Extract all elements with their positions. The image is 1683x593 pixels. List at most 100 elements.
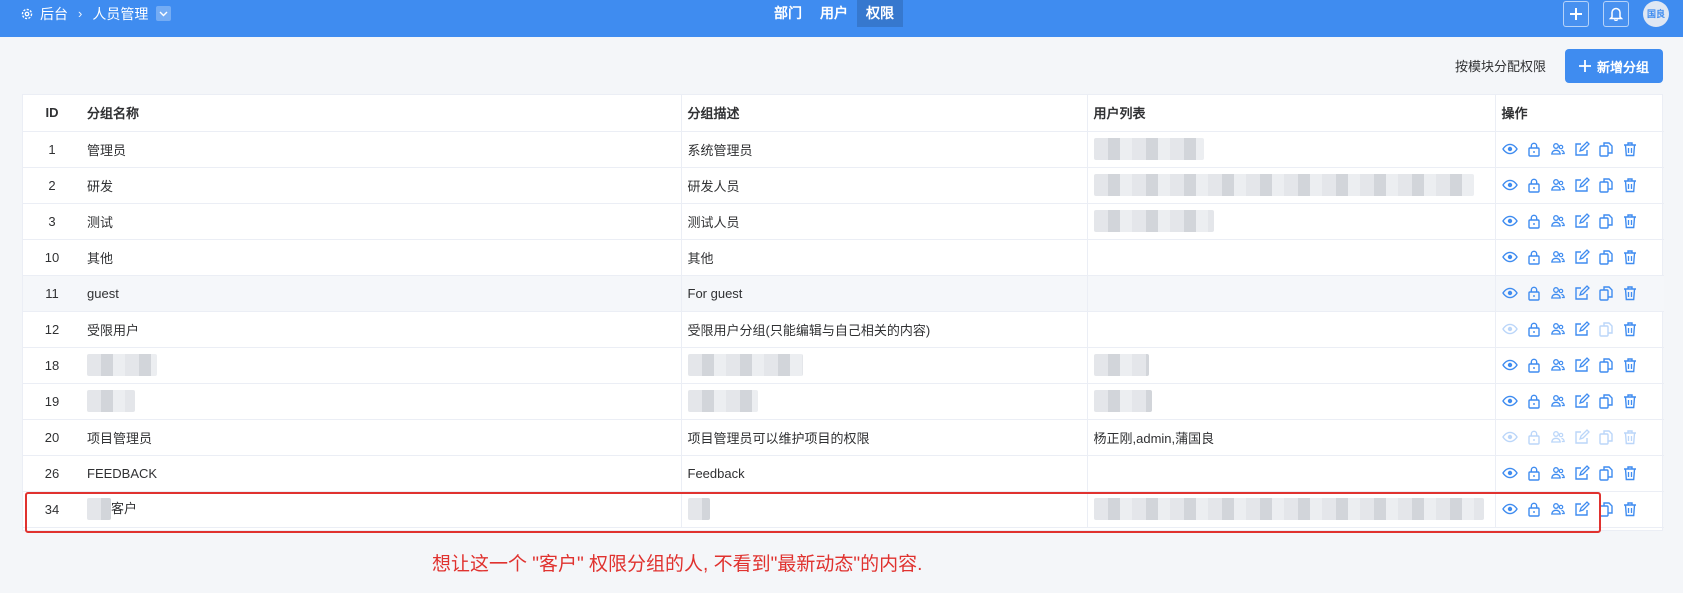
lock-icon[interactable] <box>1526 249 1542 265</box>
view-icon[interactable] <box>1501 213 1518 229</box>
edit-icon[interactable] <box>1574 393 1590 409</box>
edit-icon[interactable] <box>1574 213 1590 229</box>
trash-icon[interactable] <box>1622 141 1638 157</box>
copy-icon[interactable] <box>1598 321 1614 337</box>
group-desc: 受限用户分组(只能编辑与自己相关的内容) <box>687 322 931 338</box>
group-id: 12 <box>23 311 81 348</box>
view-icon[interactable] <box>1501 249 1518 265</box>
view-icon[interactable] <box>1501 501 1518 517</box>
users-icon[interactable] <box>1550 501 1566 517</box>
users-cell <box>1086 167 1495 204</box>
view-icon[interactable] <box>1501 141 1518 157</box>
redacted-users <box>1093 354 1149 376</box>
top-right-actions: 国良 <box>1563 0 1669 27</box>
tab-permissions[interactable]: 权限 <box>857 0 903 27</box>
users-icon[interactable] <box>1550 357 1566 373</box>
redacted-name <box>87 390 135 412</box>
lock-icon[interactable] <box>1526 501 1542 517</box>
table-row: 34 客户 <box>23 491 1664 528</box>
trash-icon[interactable] <box>1622 465 1638 481</box>
lock-icon[interactable] <box>1526 465 1542 481</box>
trash-icon[interactable] <box>1622 501 1638 517</box>
users-cell <box>1086 203 1495 240</box>
edit-icon[interactable] <box>1574 429 1590 445</box>
users-icon[interactable] <box>1550 429 1566 445</box>
group-desc: Feedback <box>687 465 745 481</box>
row-actions <box>1501 465 1659 481</box>
view-icon[interactable] <box>1501 177 1518 193</box>
lock-icon[interactable] <box>1526 357 1542 373</box>
users-icon[interactable] <box>1550 213 1566 229</box>
edit-icon[interactable] <box>1574 321 1590 337</box>
edit-icon[interactable] <box>1574 357 1590 373</box>
lock-icon[interactable] <box>1526 285 1542 301</box>
copy-icon[interactable] <box>1598 465 1614 481</box>
table-row: 10 其他 其他 <box>23 239 1664 276</box>
users-icon[interactable] <box>1550 393 1566 409</box>
trash-icon[interactable] <box>1622 249 1638 265</box>
name-cell: 客户 <box>81 491 681 528</box>
tab-department[interactable]: 部门 <box>765 0 811 27</box>
row-actions <box>1501 393 1659 409</box>
trash-icon[interactable] <box>1622 357 1638 373</box>
trash-icon[interactable] <box>1622 393 1638 409</box>
avatar[interactable]: 国良 <box>1643 0 1669 27</box>
desc-cell <box>680 491 1087 528</box>
add-group-button[interactable]: 新增分组 <box>1565 49 1663 83</box>
copy-icon[interactable] <box>1598 213 1614 229</box>
edit-icon[interactable] <box>1574 501 1590 517</box>
trash-icon[interactable] <box>1622 429 1638 445</box>
users-icon[interactable] <box>1550 321 1566 337</box>
view-icon[interactable] <box>1501 357 1518 373</box>
group-id: 20 <box>23 419 81 456</box>
redacted-name-prefix <box>87 498 111 521</box>
copy-icon[interactable] <box>1598 141 1614 157</box>
breadcrumb-current: 人员管理 <box>92 5 149 22</box>
copy-icon[interactable] <box>1598 393 1614 409</box>
lock-icon[interactable] <box>1526 213 1542 229</box>
view-icon[interactable] <box>1501 285 1518 301</box>
trash-icon[interactable] <box>1622 321 1638 337</box>
trash-icon[interactable] <box>1622 213 1638 229</box>
edit-icon[interactable] <box>1574 177 1590 193</box>
edit-icon[interactable] <box>1574 465 1590 481</box>
copy-icon[interactable] <box>1598 501 1614 517</box>
edit-icon[interactable] <box>1574 285 1590 301</box>
view-icon[interactable] <box>1501 429 1518 445</box>
copy-icon[interactable] <box>1598 357 1614 373</box>
users-icon[interactable] <box>1550 177 1566 193</box>
view-icon[interactable] <box>1501 465 1518 481</box>
tab-users[interactable]: 用户 <box>811 0 857 27</box>
lock-icon[interactable] <box>1526 177 1542 193</box>
lock-icon[interactable] <box>1526 393 1542 409</box>
lock-icon[interactable] <box>1526 321 1542 337</box>
users-icon[interactable] <box>1550 141 1566 157</box>
users-icon[interactable] <box>1550 465 1566 481</box>
plus-button[interactable] <box>1563 0 1589 27</box>
edit-icon[interactable] <box>1574 141 1590 157</box>
users-icon[interactable] <box>1550 249 1566 265</box>
assign-by-module-link[interactable]: 按模块分配权限 <box>1455 56 1546 75</box>
lock-icon[interactable] <box>1526 141 1542 157</box>
view-icon[interactable] <box>1501 393 1518 409</box>
copy-icon[interactable] <box>1598 177 1614 193</box>
trash-icon[interactable] <box>1622 285 1638 301</box>
chevron-down-icon[interactable] <box>156 6 172 21</box>
edit-icon[interactable] <box>1574 249 1590 265</box>
top-tabs: 部门 用户 权限 <box>765 0 903 27</box>
table-row: 2 研发 研发人员 <box>23 167 1664 204</box>
lock-icon[interactable] <box>1526 429 1542 445</box>
users-cell <box>1086 491 1495 528</box>
notification-button[interactable] <box>1603 0 1629 27</box>
trash-icon[interactable] <box>1622 177 1638 193</box>
copy-icon[interactable] <box>1598 249 1614 265</box>
ops-cell <box>1494 131 1664 168</box>
desc-cell: 其他 <box>680 239 1087 276</box>
users-icon[interactable] <box>1550 285 1566 301</box>
breadcrumb-root[interactable]: 后台 <box>40 4 68 24</box>
plus-icon <box>1570 7 1582 20</box>
row-actions <box>1501 249 1659 265</box>
copy-icon[interactable] <box>1598 285 1614 301</box>
view-icon[interactable] <box>1501 321 1518 337</box>
copy-icon[interactable] <box>1598 429 1614 445</box>
